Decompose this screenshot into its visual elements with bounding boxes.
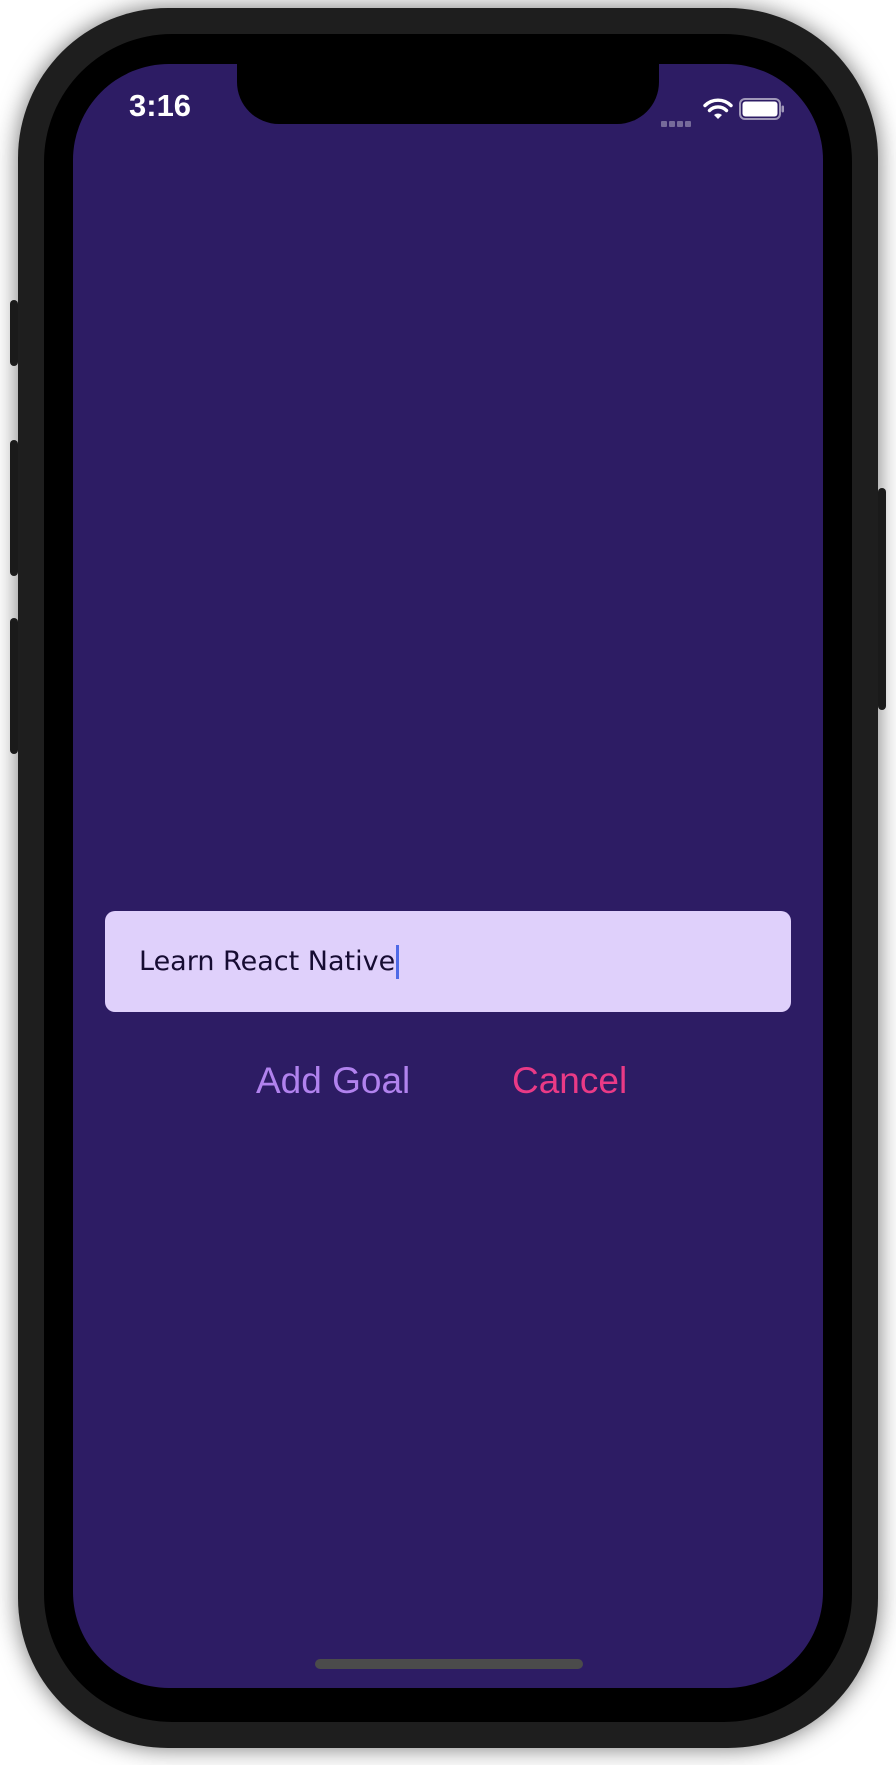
volume-up-button — [10, 440, 18, 576]
wifi-icon — [703, 98, 733, 119]
home-indicator[interactable] — [315, 1659, 583, 1669]
add-goal-button[interactable]: Add Goal — [256, 1060, 410, 1102]
mute-switch — [10, 300, 18, 366]
goal-input-value: Learn React Native — [139, 946, 396, 977]
battery-icon — [739, 98, 784, 120]
camera-notch — [237, 64, 659, 124]
cellular-signal-icon — [661, 114, 695, 127]
text-caret — [396, 944, 400, 979]
status-time: 3:16 — [129, 88, 192, 123]
app-screen: 3:16 Learn React Native Add Goal Cancel — [73, 64, 823, 1688]
goal-input[interactable]: Learn React Native — [105, 911, 791, 1012]
power-button — [878, 488, 886, 710]
cancel-button[interactable]: Cancel — [512, 1060, 627, 1102]
volume-down-button — [10, 618, 18, 754]
